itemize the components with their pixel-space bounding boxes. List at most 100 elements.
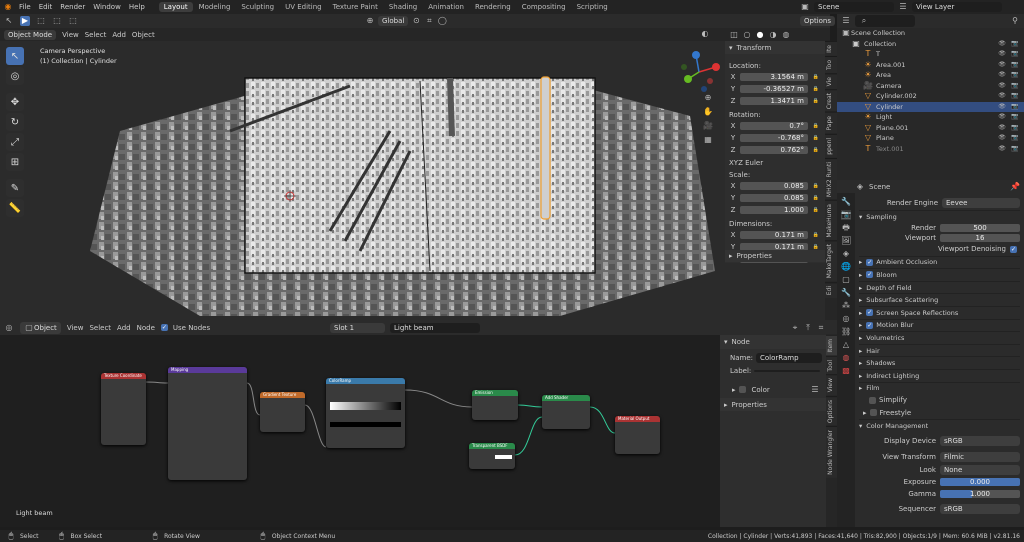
menu-help[interactable]: Help: [129, 3, 145, 11]
tool-scale-icon[interactable]: ⤢: [6, 133, 24, 151]
scale-field[interactable]: 0.085: [740, 181, 808, 190]
node-name-field[interactable]: ColorRamp: [756, 352, 823, 363]
tab-texture-paint[interactable]: Texture Paint: [328, 2, 383, 12]
section-checkbox[interactable]: ✓: [866, 309, 874, 317]
tool-annotate-icon[interactable]: ✎: [6, 179, 24, 197]
sampling-header[interactable]: ▾ Sampling: [859, 210, 1020, 223]
tab-animation[interactable]: Animation: [423, 2, 469, 12]
physics-props-icon[interactable]: ◎: [841, 314, 851, 324]
camera-icon[interactable]: 📷: [1010, 49, 1020, 59]
solid-shading-icon[interactable]: ●: [755, 30, 765, 40]
tab-uv-editing[interactable]: UV Editing: [280, 2, 327, 12]
render-section[interactable]: ▸ ✓ Ambient Occlusion: [859, 255, 1020, 269]
node-material-output[interactable]: Material Output: [615, 416, 660, 454]
modifier-props-icon[interactable]: 🔧: [841, 288, 851, 298]
material-props-icon[interactable]: ◍: [841, 353, 851, 363]
eye-icon[interactable]: 👁: [997, 102, 1007, 112]
outliner-item[interactable]: ☀ Light 👁 📷: [837, 112, 1024, 123]
tool-move-icon[interactable]: ✥: [6, 93, 24, 111]
xray-icon[interactable]: ◫: [729, 30, 739, 40]
pin-node-icon[interactable]: ⌖: [790, 323, 800, 333]
outliner-scene-collection[interactable]: ▣ Scene Collection: [837, 28, 1024, 39]
outliner-item[interactable]: ▽ Plane.001 👁 📷: [837, 123, 1024, 134]
options-button[interactable]: Options: [800, 16, 836, 26]
node-sidebar-tab[interactable]: Options: [826, 395, 837, 426]
render-section[interactable]: ▸ ✓ Motion Blur: [859, 318, 1020, 332]
zoom-icon[interactable]: ⊕: [703, 93, 713, 103]
camera-icon[interactable]: 📷: [1010, 123, 1020, 133]
lock-icon[interactable]: 🔒: [811, 181, 821, 191]
transparent-color-swatch[interactable]: [495, 455, 512, 459]
list-icon[interactable]: ☰: [810, 385, 820, 395]
location-field[interactable]: 1.3471 m: [740, 96, 808, 105]
object-props-icon[interactable]: ▢: [841, 275, 851, 285]
tool-props-icon[interactable]: 🔧: [841, 197, 851, 207]
node-mapping[interactable]: Mapping: [168, 367, 247, 480]
simplify-row[interactable]: Simplify: [859, 394, 1020, 406]
camera-icon[interactable]: 📷: [1010, 81, 1020, 91]
snap-node-icon[interactable]: ⌗: [816, 323, 826, 333]
camera-icon[interactable]: 📷: [1010, 144, 1020, 154]
use-nodes-checkbox[interactable]: ✓: [160, 324, 168, 331]
menu-file[interactable]: File: [19, 3, 31, 11]
tab-modeling[interactable]: Modeling: [194, 2, 236, 12]
node-canvas[interactable]: Texture Coordinate Mapping Gradient Text…: [0, 335, 720, 527]
npanel-tab[interactable]: ppenl: [825, 133, 837, 158]
camera-icon[interactable]: 📷: [1010, 39, 1020, 49]
render-props-icon[interactable]: 📷: [841, 210, 851, 220]
constraints-props-icon[interactable]: ⛓: [841, 327, 851, 337]
node-colorramp[interactable]: ColorRamp: [326, 378, 405, 448]
node-texture-coordinate[interactable]: Texture Coordinate: [101, 373, 146, 445]
sequencer-select[interactable]: sRGB: [940, 504, 1020, 515]
view-transform-select[interactable]: Filmic: [940, 452, 1020, 463]
filter-icon[interactable]: ⚲: [1010, 16, 1020, 26]
outliner-type-icon[interactable]: ☰: [841, 16, 851, 26]
section-checkbox[interactable]: ✓: [866, 258, 874, 266]
node-sidebar-tab[interactable]: Item: [826, 335, 837, 356]
dimensions-field[interactable]: 0.171 m: [740, 230, 808, 239]
node-gradient-texture[interactable]: Gradient Texture: [260, 392, 305, 432]
blender-logo-icon[interactable]: ◉: [3, 2, 13, 12]
lock-icon[interactable]: 🔒: [811, 193, 821, 203]
transform-header[interactable]: ▾ Transform: [725, 41, 825, 54]
viewport-menu-add[interactable]: Add: [112, 31, 126, 39]
viewport-denoising-checkbox[interactable]: ✓: [1010, 245, 1017, 253]
outliner-item[interactable]: ▽ Cylinder 👁 📷: [837, 101, 1024, 112]
3d-viewport[interactable]: Camera Perspective (1) Collection | Cyli…: [0, 41, 725, 320]
eye-icon[interactable]: 👁: [997, 49, 1007, 59]
render-section[interactable]: ▸ Shadows: [859, 356, 1020, 369]
shader-type-select[interactable]: ▢Object: [20, 321, 61, 334]
scale-field[interactable]: 1.000: [740, 205, 808, 214]
scene-field[interactable]: Scene: [814, 2, 894, 12]
simplify-checkbox[interactable]: [869, 396, 876, 404]
texture-props-icon[interactable]: ▩: [841, 366, 851, 376]
menu-edit[interactable]: Edit: [39, 3, 53, 11]
node-menu-select[interactable]: Select: [89, 324, 111, 332]
node-menu-add[interactable]: Add: [117, 324, 131, 332]
lock-icon[interactable]: 🔒: [811, 133, 821, 143]
color-management-header[interactable]: ▾ Color Management: [859, 419, 1020, 432]
lock-icon[interactable]: 🔒: [811, 84, 821, 94]
outliner-item[interactable]: T T 👁 📷: [837, 49, 1024, 60]
node-menu-view[interactable]: View: [67, 324, 84, 332]
viewport-menu-view[interactable]: View: [62, 31, 79, 39]
particles-props-icon[interactable]: ⁂: [841, 301, 851, 311]
wireframe-shading-icon[interactable]: ○: [742, 30, 752, 40]
orientation-select[interactable]: Global: [378, 16, 409, 26]
location-field[interactable]: 3.1564 m: [740, 72, 808, 81]
render-section[interactable]: ▸ Indirect Lighting: [859, 368, 1020, 382]
display-device-select[interactable]: sRGB: [940, 436, 1020, 447]
rotation-mode[interactable]: XYZ Euler: [729, 159, 821, 167]
rotation-field[interactable]: 0.7°: [740, 121, 808, 130]
npanel-tab[interactable]: Pape: [825, 112, 837, 134]
freestyle-checkbox[interactable]: [869, 409, 877, 417]
navigation-gizmo[interactable]: [676, 49, 722, 95]
viewlayer-props-icon[interactable]: 🖼: [841, 236, 851, 246]
tab-layout[interactable]: Layout: [158, 2, 193, 12]
node-sidebar-tab[interactable]: Node Wrangler: [826, 425, 837, 478]
eye-icon[interactable]: 👁: [997, 112, 1007, 122]
outliner-search[interactable]: ⌕: [855, 15, 915, 27]
eye-icon[interactable]: 👁: [997, 60, 1007, 70]
material-name-field[interactable]: Light beam: [390, 323, 480, 333]
location-field[interactable]: -0.36527 m: [740, 84, 808, 93]
